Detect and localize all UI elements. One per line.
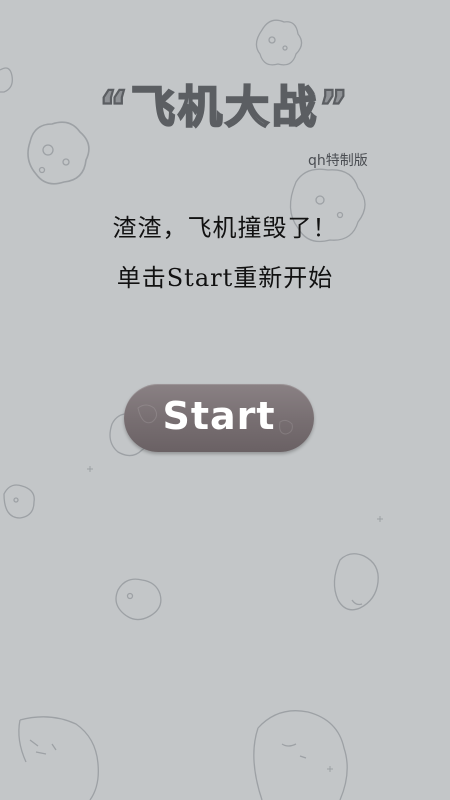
asteroid-sketch	[115, 578, 162, 621]
restart-hint: 单击Start重新开始	[116, 264, 334, 292]
start-button-label: Start	[162, 394, 276, 438]
asteroid-sketch	[333, 553, 379, 611]
start-button[interactable]: Start	[124, 384, 314, 452]
edition-label: qh特制版	[308, 153, 368, 169]
game-logo-text: “飞机大战”	[99, 82, 351, 133]
asteroid-sketch	[18, 716, 99, 800]
asteroid-sketch	[0, 67, 13, 93]
game-over-message: 渣渣，飞机撞毁了！	[112, 214, 338, 242]
asteroid-sketch	[3, 484, 35, 519]
game-logo: “飞机大战”	[98, 81, 351, 134]
asteroid-sketch	[255, 19, 303, 66]
asteroid-sketch	[253, 710, 348, 800]
